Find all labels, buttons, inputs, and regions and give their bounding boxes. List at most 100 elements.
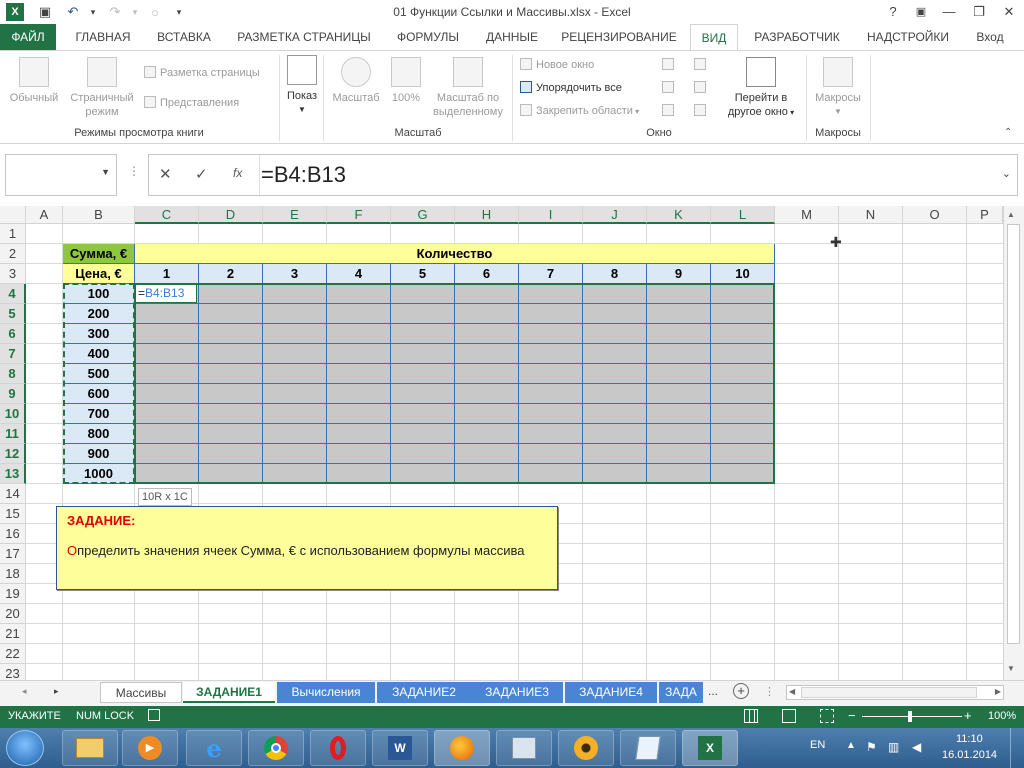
action-center-icon[interactable]: ⚑: [866, 740, 877, 754]
row-header-4[interactable]: 4: [0, 284, 26, 304]
tab-addins[interactable]: НАДСТРОЙКИ: [856, 24, 960, 50]
vertical-scrollbar[interactable]: ▲ ▼: [1003, 206, 1024, 680]
row-header-9[interactable]: 9: [0, 384, 26, 404]
hide-window-button[interactable]: [662, 80, 678, 96]
column-header-b[interactable]: B: [63, 206, 135, 224]
tab-review[interactable]: РЕЦЕНЗИРОВАНИЕ: [554, 24, 684, 50]
worksheet-grid[interactable]: ABCDEFGHIJKLMNOP 1 2 3 4 5 6 7 8 9 10 11 12 13 14 15 16…: [0, 206, 1024, 684]
row-header-22[interactable]: 22: [0, 644, 26, 664]
zoom-selection-button[interactable]: Масштаб по выделенному: [428, 57, 508, 119]
row-header-12[interactable]: 12: [0, 444, 26, 464]
opera-taskbar-icon[interactable]: [310, 730, 366, 766]
help-button[interactable]: ?: [882, 2, 904, 22]
quantity-header-cell[interactable]: Количество: [135, 244, 775, 264]
scroll-up-icon[interactable]: ▲: [1007, 210, 1015, 219]
column-header-h[interactable]: H: [455, 206, 519, 224]
row-header-14[interactable]: 14: [0, 484, 26, 504]
quantity-cell[interactable]: 9: [647, 264, 711, 284]
zoom-button[interactable]: Масштаб: [328, 57, 384, 105]
scroll-left-icon[interactable]: ◀: [789, 687, 795, 696]
unhide-window-button[interactable]: [662, 103, 678, 119]
minimize-button[interactable]: —: [938, 2, 960, 22]
zoom-level[interactable]: 100%: [988, 710, 1016, 722]
firefox-taskbar-icon[interactable]: [434, 730, 490, 766]
formula-input[interactable]: =B4:B13: [261, 155, 346, 195]
column-header-p[interactable]: P: [967, 206, 1003, 224]
quantity-cell[interactable]: 5: [391, 264, 455, 284]
notes-taskbar-icon[interactable]: [620, 730, 676, 766]
page-break-view-button[interactable]: Страничный режим: [64, 57, 140, 119]
select-all-corner[interactable]: [0, 206, 26, 224]
quantity-cell[interactable]: 8: [583, 264, 647, 284]
page-layout-status-icon[interactable]: [782, 709, 796, 723]
enter-formula-button[interactable]: ✓: [195, 165, 208, 183]
sheet-tab-6[interactable]: ЗАДАНИЕ4: [565, 682, 657, 703]
ribbon-display-options-icon[interactable]: ▣: [910, 2, 932, 22]
show-desktop-button[interactable]: [1010, 728, 1024, 768]
reset-window-position-button[interactable]: [694, 103, 710, 119]
flower-app-taskbar-icon[interactable]: [558, 730, 614, 766]
row-header-1[interactable]: 1: [0, 224, 26, 244]
row-header-17[interactable]: 17: [0, 544, 26, 564]
more-sheets-button[interactable]: ...: [708, 684, 718, 698]
row-header-8[interactable]: 8: [0, 364, 26, 384]
tab-data[interactable]: ДАННЫЕ: [476, 24, 548, 50]
sheet-tab-3[interactable]: Вычисления: [277, 682, 375, 703]
macros-button[interactable]: Макросы ▼: [810, 57, 866, 119]
cancel-formula-button[interactable]: ✕: [159, 165, 172, 183]
column-header-d[interactable]: D: [199, 206, 263, 224]
new-window-button[interactable]: Новое окно: [520, 57, 594, 73]
custom-views-button[interactable]: Представления: [144, 95, 239, 111]
chrome-taskbar-icon[interactable]: [248, 730, 304, 766]
quantity-cell[interactable]: 6: [455, 264, 519, 284]
switch-windows-button[interactable]: Перейти в другое окно ▾: [718, 57, 804, 120]
quantity-cell[interactable]: 1: [135, 264, 199, 284]
vertical-scroll-thumb[interactable]: [1007, 224, 1020, 644]
scroll-right-icon[interactable]: ▶: [995, 687, 1001, 696]
sheet-tab-1[interactable]: Массивы: [100, 682, 182, 703]
tab-split-icon[interactable]: ⋮: [764, 685, 775, 698]
sign-in-link[interactable]: Вход: [968, 24, 1012, 50]
explorer-taskbar-icon[interactable]: [62, 730, 118, 766]
collapse-ribbon-icon[interactable]: ⌃: [1004, 127, 1012, 138]
column-header-f[interactable]: F: [327, 206, 391, 224]
tab-view[interactable]: ВИД: [690, 24, 738, 50]
sum-header-cell[interactable]: Сумма, €: [63, 244, 135, 264]
show-hidden-icons-icon[interactable]: ▲: [846, 740, 856, 751]
quantity-cell[interactable]: 2: [199, 264, 263, 284]
row-header-11[interactable]: 11: [0, 424, 26, 444]
column-header-c[interactable]: C: [135, 206, 199, 224]
tab-developer[interactable]: РАЗРАБОТЧИК: [744, 24, 850, 50]
prev-sheet-icon[interactable]: ◂: [22, 686, 27, 697]
row-header-16[interactable]: 16: [0, 524, 26, 544]
tab-file[interactable]: ФАЙЛ: [0, 24, 56, 50]
row-header-20[interactable]: 20: [0, 604, 26, 624]
price-header-cell[interactable]: Цена, €: [63, 264, 135, 284]
column-header-k[interactable]: K: [647, 206, 711, 224]
excel-taskbar-icon[interactable]: X: [682, 730, 738, 766]
sync-scroll-button[interactable]: [694, 80, 710, 96]
column-header-e[interactable]: E: [263, 206, 327, 224]
zoom-in-icon[interactable]: +: [964, 708, 972, 723]
insert-function-button[interactable]: fx: [233, 166, 242, 180]
sheet-tab-5[interactable]: ЗАДАНИЕ3: [471, 682, 563, 703]
arrange-all-button[interactable]: Упорядочить все: [520, 80, 622, 96]
zoom-slider-track[interactable]: [862, 716, 962, 717]
column-header-o[interactable]: O: [903, 206, 967, 224]
active-cell-editor[interactable]: =B4:B13: [135, 284, 197, 303]
start-button-icon[interactable]: [6, 730, 44, 766]
scroll-down-icon[interactable]: ▼: [1007, 664, 1015, 673]
sheet-tab-2[interactable]: ЗАДАНИЕ1: [183, 682, 275, 703]
row-header-5[interactable]: 5: [0, 304, 26, 324]
row-header-18[interactable]: 18: [0, 564, 26, 584]
column-header-g[interactable]: G: [391, 206, 455, 224]
column-header-j[interactable]: J: [583, 206, 647, 224]
horizontal-scroll-thumb[interactable]: [801, 687, 977, 698]
column-header-n[interactable]: N: [839, 206, 903, 224]
formula-bar-grip-icon[interactable]: ⋮: [128, 164, 140, 178]
freeze-panes-button[interactable]: Закрепить области ▾: [520, 103, 639, 119]
page-layout-view-button[interactable]: Разметка страницы: [144, 65, 260, 81]
row-header-21[interactable]: 21: [0, 624, 26, 644]
quantity-cell[interactable]: 10: [711, 264, 775, 284]
tab-insert[interactable]: ВСТАВКА: [146, 24, 222, 50]
